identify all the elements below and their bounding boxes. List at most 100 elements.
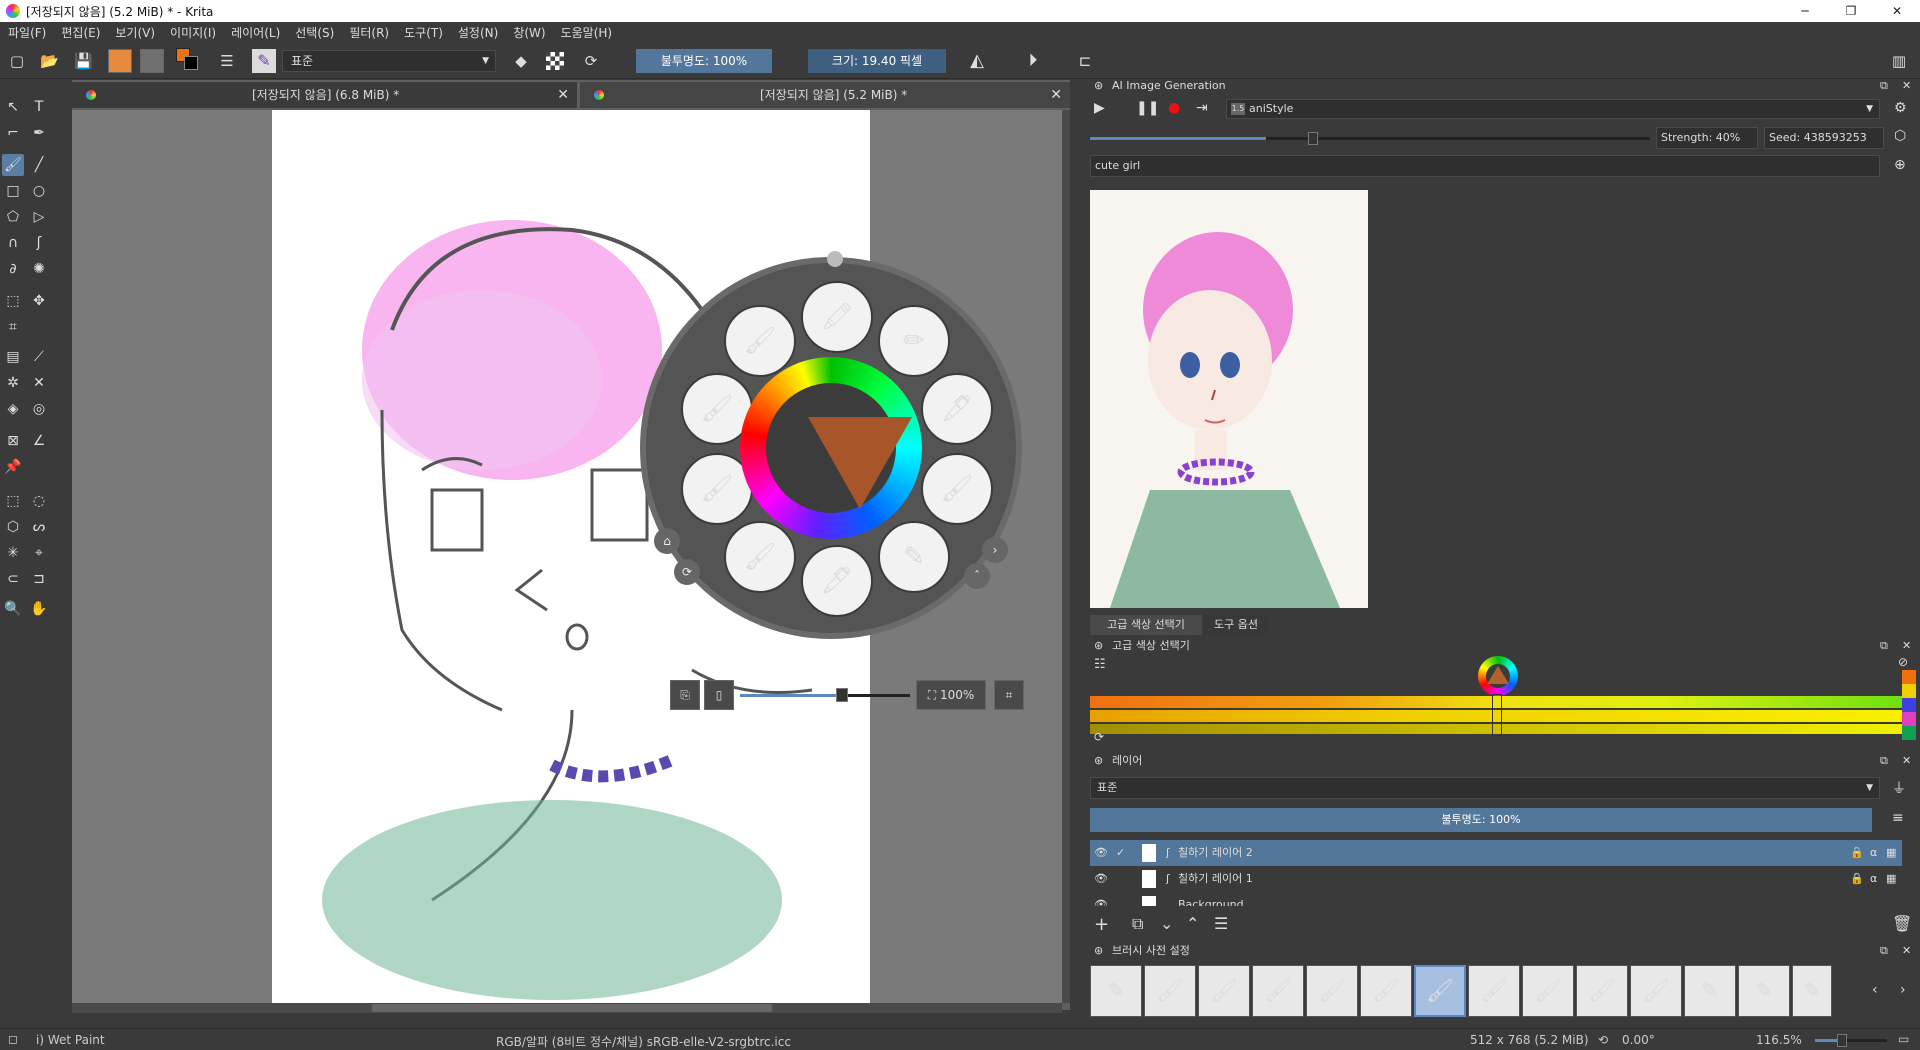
minimize-button[interactable]: ─: [1782, 0, 1828, 22]
move-up-icon[interactable]: ⌃: [1186, 914, 1199, 933]
brush-preset-thumb[interactable]: ✎: [1684, 965, 1736, 1017]
brush-preset-thumb[interactable]: 🖌: [1144, 965, 1196, 1017]
maximize-button[interactable]: ❐: [1828, 0, 1874, 22]
reference-tool-icon[interactable]: 📌: [2, 456, 24, 478]
brush-settings-icon[interactable]: ☰: [218, 52, 236, 70]
pause-icon[interactable]: ❚❚: [1136, 100, 1159, 116]
dynamic-brush-icon[interactable]: ∂: [2, 258, 24, 280]
menu-select[interactable]: 선택(S): [287, 24, 341, 41]
calligraphy-icon[interactable]: ✒: [28, 122, 50, 144]
brush-slot-2[interactable]: ✏: [878, 305, 950, 377]
menu-window[interactable]: 창(W): [505, 24, 552, 41]
alpha-lock-icon[interactable]: α: [1870, 840, 1877, 866]
mini-color-triangle[interactable]: [1487, 666, 1509, 684]
fit-page-icon[interactable]: ⎘: [670, 680, 700, 710]
edit-shapes-icon[interactable]: ⌐: [2, 122, 24, 144]
brush-preset-thumb[interactable]: 🖌: [1198, 965, 1250, 1017]
brush-slot-10[interactable]: 🖌: [724, 305, 796, 377]
menu-help[interactable]: 도움말(H): [553, 24, 620, 41]
measure-tool-icon[interactable]: ⊠: [2, 430, 24, 452]
brush-slot-7[interactable]: 🖌: [724, 521, 796, 593]
visibility-eye-icon[interactable]: 👁: [1094, 892, 1108, 906]
duplicate-layer-icon[interactable]: ⧉: [1132, 914, 1143, 934]
gradient-tool-icon[interactable]: ▤: [2, 346, 24, 368]
assistant-tool-icon[interactable]: ✕: [28, 372, 50, 394]
polyline-tool-icon[interactable]: ▷: [28, 206, 50, 228]
wrap-around-icon[interactable]: ⊏: [1076, 52, 1094, 70]
menu-layer[interactable]: 레이어(L): [223, 24, 287, 41]
generated-image-preview[interactable]: [1090, 190, 1368, 608]
play-icon[interactable]: ▶: [1094, 100, 1105, 116]
menu-tools[interactable]: 도구(T): [396, 24, 450, 41]
pattern-swatch[interactable]: [140, 49, 164, 73]
tab-advanced-color-selector[interactable]: 고급 색상 선택기: [1090, 615, 1202, 635]
inherit-alpha-icon[interactable]: ▦: [1886, 866, 1896, 892]
alpha-lock-icon[interactable]: α: [1870, 866, 1877, 892]
menu-file[interactable]: 파일(F): [0, 24, 53, 41]
close-dock-icon[interactable]: ✕: [1902, 752, 1911, 770]
close-tab-icon[interactable]: ✕: [1050, 82, 1062, 108]
seed-spinbox[interactable]: Seed: 438593253: [1764, 127, 1884, 149]
filter-icon[interactable]: ⏚: [1892, 778, 1906, 798]
contiguous-select-icon[interactable]: ✳: [2, 542, 24, 564]
float-dock-icon[interactable]: ⧉: [1880, 637, 1888, 655]
prompt-input[interactable]: cute girl: [1090, 155, 1880, 177]
zoom-slider[interactable]: [1815, 1034, 1887, 1047]
add-layer-icon[interactable]: +: [1094, 914, 1109, 935]
opacity-slider[interactable]: 불투명도: 100%: [636, 49, 772, 73]
close-dock-icon[interactable]: ✕: [1902, 77, 1911, 95]
zoom-tool-icon[interactable]: 🔍: [2, 598, 24, 620]
close-tab-icon[interactable]: ✕: [557, 82, 569, 108]
style-select[interactable]: 1.5 aniStyle ▼: [1226, 99, 1880, 119]
transform-tool-icon[interactable]: ⬚: [2, 290, 24, 312]
polygon-tool-icon[interactable]: ⬠: [2, 206, 24, 228]
smart-patch-icon[interactable]: ✲: [2, 372, 24, 394]
zoom-to-fit-icon[interactable]: ⌗: [994, 680, 1024, 710]
fit-width-icon[interactable]: ▯: [704, 680, 734, 710]
reload-preset-icon[interactable]: ⟳: [582, 52, 600, 70]
layer-menu-icon[interactable]: ≡: [1892, 810, 1904, 826]
layer-opacity-slider[interactable]: 불투명도: 100%: [1090, 808, 1872, 832]
visibility-eye-icon[interactable]: 👁: [1094, 840, 1108, 866]
brush-slot-3[interactable]: 🖋: [921, 373, 993, 445]
color-selector-settings-icon[interactable]: ☷: [1094, 657, 1106, 672]
workspace-icon[interactable]: ▥: [1890, 52, 1908, 70]
lock-icon[interactable]: 🔒: [1850, 866, 1864, 892]
next-icon[interactable]: ›: [982, 537, 1008, 563]
chevron-up-icon[interactable]: ˆ: [964, 563, 990, 589]
palette-color-triangle[interactable]: [808, 417, 912, 509]
freehand-path-icon[interactable]: ʃ: [28, 232, 50, 254]
document-tab-1[interactable]: [저장되지 않음] (6.8 MiB) * ✕: [72, 82, 577, 108]
layer-row[interactable]: 👁 ʃ 칠하기 레이어 1 🔒 α ▦: [1090, 866, 1902, 892]
close-button[interactable]: ✕: [1874, 0, 1920, 22]
random-seed-icon[interactable]: ⬡: [1894, 128, 1906, 144]
reset-rotation-icon[interactable]: ⟳: [674, 559, 700, 585]
brush-slot-6[interactable]: 🖊: [801, 545, 873, 617]
brush-preset-thumb[interactable]: 🖌: [1252, 965, 1304, 1017]
multibrush-icon[interactable]: ✺: [28, 258, 50, 280]
background-color-swatch[interactable]: [184, 56, 198, 70]
apply-icon[interactable]: ⇥: [1196, 100, 1208, 116]
enclose-fill-icon[interactable]: ◎: [28, 398, 50, 420]
no-color-icon[interactable]: ⊘: [1898, 655, 1908, 669]
float-dock-icon[interactable]: ⧉: [1880, 752, 1888, 770]
visibility-eye-icon[interactable]: 👁: [1094, 866, 1108, 892]
brush-preset-thumb[interactable]: 🖌: [1468, 965, 1520, 1017]
brush-preset-thumb[interactable]: 🖌: [1630, 965, 1682, 1017]
refresh-icon[interactable]: ⟳: [1094, 730, 1104, 744]
color-picker-icon[interactable]: ⟋: [28, 346, 50, 368]
brush-slot-1[interactable]: 🖍: [801, 281, 873, 353]
brush-preset-thumb[interactable]: 🖌: [1576, 965, 1628, 1017]
brush-preset-thumb[interactable]: 🖌: [1306, 965, 1358, 1017]
menu-filter[interactable]: 필터(R): [341, 24, 396, 41]
eraser-icon[interactable]: ◆: [512, 52, 530, 70]
brush-preset-icon[interactable]: ✎: [252, 49, 276, 73]
brush-preset-thumb[interactable]: 🖌: [1360, 965, 1412, 1017]
rect-select-icon[interactable]: ⬚: [2, 490, 24, 512]
mini-color-wheel[interactable]: [1478, 656, 1518, 696]
gradient-swatch[interactable]: [108, 49, 132, 73]
horizontal-scrollbar[interactable]: [72, 1003, 1062, 1013]
record-icon[interactable]: ●: [1168, 100, 1180, 116]
bezier-tool-icon[interactable]: ∩: [2, 232, 24, 254]
menu-edit[interactable]: 편집(E): [53, 24, 107, 41]
